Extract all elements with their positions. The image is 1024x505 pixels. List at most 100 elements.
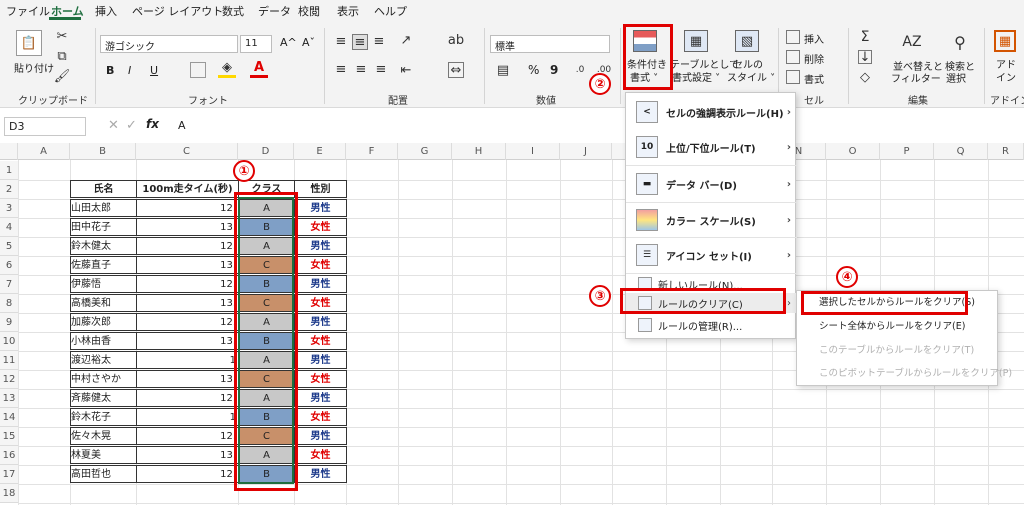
row-header[interactable]: 15 bbox=[0, 427, 18, 446]
clear-entire-sheet-item[interactable]: シート全体からルールをクリア(E) bbox=[797, 317, 997, 337]
select-all-corner[interactable] bbox=[0, 143, 18, 160]
highlight-rules-item[interactable]: < セルの強調表示ルール(H) › bbox=[626, 95, 797, 129]
column-header[interactable]: B bbox=[70, 143, 136, 160]
cell-time[interactable]: 13. bbox=[136, 446, 239, 464]
column-header[interactable]: H bbox=[452, 143, 506, 160]
number-format-select[interactable]: 標準 bbox=[490, 35, 610, 53]
cell-name[interactable]: 中村さやか bbox=[70, 370, 137, 388]
cell-name[interactable]: 高田哲也 bbox=[70, 465, 137, 483]
cell-time[interactable]: 12. bbox=[136, 465, 239, 483]
cell-name[interactable]: 田中花子 bbox=[70, 218, 137, 236]
paste-icon[interactable]: 📋 bbox=[16, 30, 42, 56]
cell-styles-icon[interactable]: ▧ bbox=[735, 30, 759, 52]
row-header[interactable]: 5 bbox=[0, 237, 18, 256]
cell-name[interactable]: 渡辺裕太 bbox=[70, 351, 137, 369]
bold-button[interactable]: B bbox=[106, 64, 114, 77]
clear-icon[interactable]: ◇ bbox=[858, 70, 872, 85]
format-as-table-label-2[interactable]: 書式設定 ˅ bbox=[672, 69, 720, 84]
cell-sex[interactable]: 女性 bbox=[294, 256, 347, 274]
column-header[interactable]: P bbox=[880, 143, 934, 160]
cell-sex[interactable]: 男性 bbox=[294, 199, 347, 217]
delete-cells-button[interactable]: 削除 bbox=[804, 51, 824, 66]
cell-sex[interactable]: 女性 bbox=[294, 218, 347, 236]
font-color-icon[interactable]: A bbox=[250, 60, 268, 78]
cell-styles-label-2[interactable]: スタイル ˅ bbox=[727, 69, 775, 84]
column-header[interactable]: E bbox=[294, 143, 346, 160]
orientation-icon[interactable]: ↗ bbox=[398, 32, 414, 48]
find-select-icon[interactable]: ⚲ bbox=[948, 30, 972, 54]
format-as-table-icon[interactable]: ▦ bbox=[684, 30, 708, 52]
align-center-icon[interactable]: ≡ bbox=[354, 62, 368, 77]
cell-name[interactable]: 佐藤直子 bbox=[70, 256, 137, 274]
cell-time[interactable]: 13. bbox=[136, 370, 239, 388]
column-header[interactable]: O bbox=[826, 143, 880, 160]
cell-time[interactable]: 12. bbox=[136, 275, 239, 293]
delete-cells-icon[interactable] bbox=[786, 50, 800, 64]
percent-button[interactable]: % bbox=[528, 63, 539, 77]
data-bars-item[interactable]: ▬ データ バー(D) › bbox=[626, 167, 797, 201]
underline-button[interactable]: U bbox=[150, 64, 158, 77]
column-header[interactable]: D bbox=[238, 143, 294, 160]
increase-decimal-icon[interactable]: .0 bbox=[572, 62, 588, 78]
indent-icon[interactable]: ⇤ bbox=[398, 62, 414, 78]
tab-review[interactable]: 校閲 bbox=[298, 3, 320, 19]
header-sex[interactable]: 性別 bbox=[294, 180, 347, 198]
tab-file[interactable]: ファイル bbox=[6, 3, 50, 19]
cell-name[interactable]: 高橋美和 bbox=[70, 294, 137, 312]
shrink-font-button[interactable]: Aˇ bbox=[302, 36, 315, 49]
icon-sets-item[interactable]: ☰ アイコン セット(I) › bbox=[626, 238, 797, 272]
wrap-text-icon[interactable]: ab bbox=[448, 32, 464, 48]
cell-name[interactable]: 斉藤健太 bbox=[70, 389, 137, 407]
column-header[interactable]: F bbox=[346, 143, 398, 160]
sort-filter-icon[interactable]: AZ bbox=[900, 30, 924, 54]
comma-style-button[interactable]: 9 bbox=[550, 63, 558, 77]
row-header[interactable]: 14 bbox=[0, 408, 18, 427]
cell-time[interactable]: 13. bbox=[136, 256, 239, 274]
cell-name[interactable]: 加藤次郎 bbox=[70, 313, 137, 331]
font-size-select[interactable]: 11 bbox=[240, 35, 272, 53]
addins-label-2[interactable]: イン bbox=[996, 69, 1016, 84]
cell-sex[interactable]: 男性 bbox=[294, 465, 347, 483]
align-middle-icon[interactable]: ≡ bbox=[352, 34, 368, 50]
manage-rules-item[interactable]: ルールの管理(R)... bbox=[626, 315, 797, 335]
color-scales-item[interactable]: カラー スケール(S) › bbox=[626, 203, 797, 237]
cell-time[interactable]: 13. bbox=[136, 294, 239, 312]
cell-sex[interactable]: 男性 bbox=[294, 351, 347, 369]
cell-sex[interactable]: 男性 bbox=[294, 237, 347, 255]
cell-name[interactable]: 山田太郎 bbox=[70, 199, 137, 217]
column-header[interactable]: Q bbox=[934, 143, 988, 160]
cell-time[interactable]: 13. bbox=[136, 332, 239, 350]
copy-icon[interactable]: ⧉ bbox=[54, 48, 70, 64]
function-icon[interactable]: fx bbox=[146, 117, 159, 131]
cell-time[interactable]: 12. bbox=[136, 237, 239, 255]
addins-icon[interactable]: ▦ bbox=[994, 30, 1016, 52]
row-header[interactable]: 7 bbox=[0, 275, 18, 294]
tab-formulas[interactable]: 数式 bbox=[222, 3, 244, 19]
italic-button[interactable]: I bbox=[128, 64, 131, 77]
tab-insert[interactable]: 挿入 bbox=[95, 3, 117, 19]
autosum-icon[interactable]: Σ bbox=[858, 29, 872, 45]
insert-cells-icon[interactable] bbox=[786, 30, 800, 44]
currency-icon[interactable]: ▤ bbox=[494, 62, 512, 78]
fill-icon[interactable]: ↓ bbox=[858, 50, 872, 65]
cell-name[interactable]: 伊藤悟 bbox=[70, 275, 137, 293]
row-header[interactable]: 3 bbox=[0, 199, 18, 218]
top-bottom-rules-item[interactable]: 10 上位/下位ルール(T) › bbox=[626, 130, 797, 164]
cell-name[interactable]: 佐々木晃 bbox=[70, 427, 137, 445]
formula-input[interactable]: A bbox=[170, 117, 1024, 136]
row-header[interactable]: 11 bbox=[0, 351, 18, 370]
cell-name[interactable]: 小林由香 bbox=[70, 332, 137, 350]
sort-filter-label-2[interactable]: フィルター bbox=[891, 70, 941, 85]
cell-sex[interactable]: 女性 bbox=[294, 294, 347, 312]
align-top-icon[interactable]: ≡ bbox=[334, 34, 348, 49]
merge-cells-icon[interactable]: ⇔ bbox=[448, 62, 464, 78]
row-header[interactable]: 13 bbox=[0, 389, 18, 408]
cell-name[interactable]: 林夏美 bbox=[70, 446, 137, 464]
cell-time[interactable]: 12. bbox=[136, 389, 239, 407]
grow-font-button[interactable]: A^ bbox=[280, 36, 297, 49]
row-header[interactable]: 17 bbox=[0, 465, 18, 484]
column-header[interactable]: G bbox=[398, 143, 452, 160]
font-name-select[interactable]: 游ゴシック bbox=[100, 35, 238, 53]
align-right-icon[interactable]: ≡ bbox=[374, 62, 388, 77]
cell-sex[interactable]: 女性 bbox=[294, 332, 347, 350]
